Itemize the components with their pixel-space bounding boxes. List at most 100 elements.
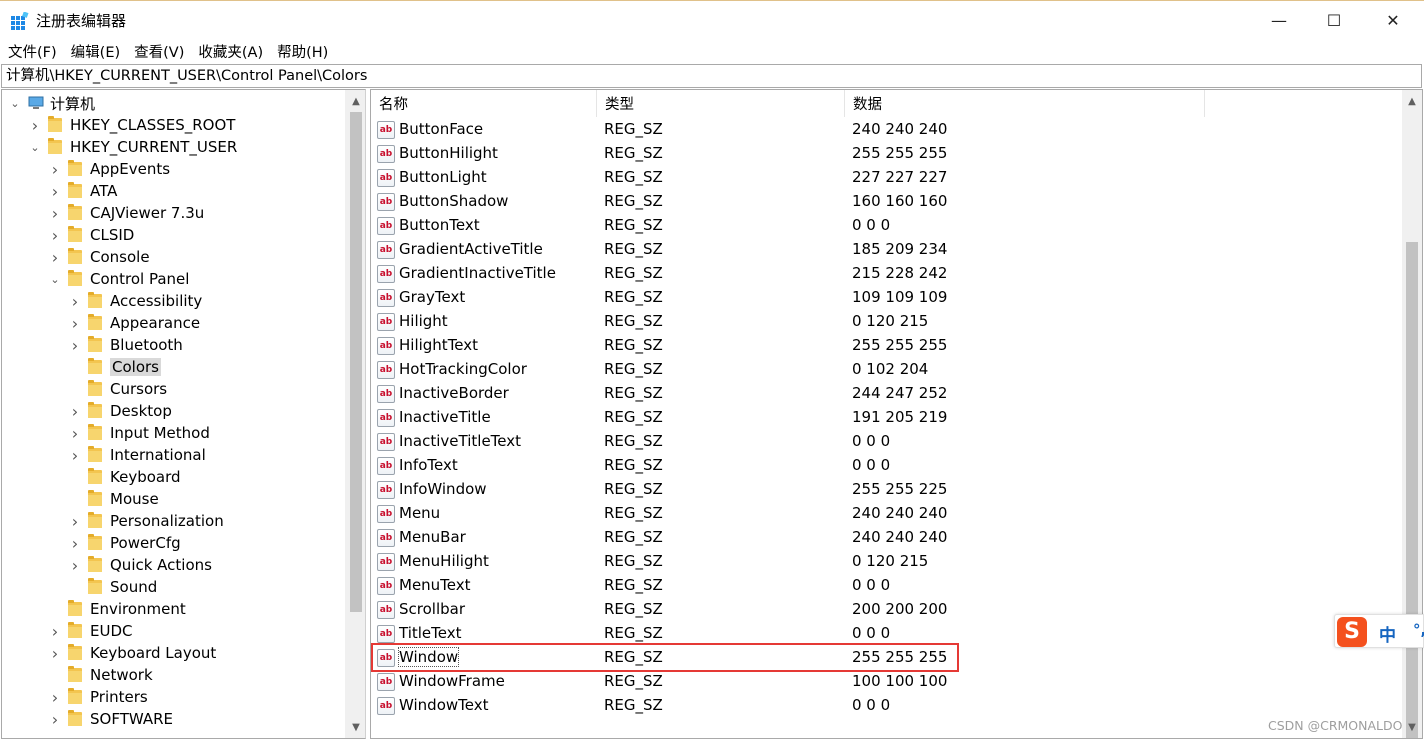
tree-item[interactable]: Environment (48, 598, 186, 620)
tree-scroll-thumb[interactable] (350, 112, 362, 612)
close-button[interactable]: ✕ (1364, 1, 1422, 39)
menu-edit[interactable]: 编辑(E) (71, 41, 120, 62)
chevron-right-icon[interactable]: › (68, 292, 82, 311)
tree-item[interactable]: Sound (68, 576, 157, 598)
chevron-down-icon[interactable]: ⌄ (28, 140, 42, 154)
tree-item[interactable]: › CAJViewer 7.3u (48, 202, 204, 224)
chevron-right-icon[interactable]: › (68, 512, 82, 531)
chevron-right-icon[interactable]: › (48, 622, 62, 641)
tree-item[interactable]: › AppEvents (48, 158, 170, 180)
tree-item[interactable]: Mouse (68, 488, 159, 510)
value-row[interactable]: ab ButtonText REG_SZ 0 0 0 (371, 214, 1401, 238)
tree-item[interactable]: › Input Method (68, 422, 210, 444)
tree-item[interactable]: Network (48, 664, 153, 686)
maximize-button[interactable]: ☐ (1305, 1, 1363, 39)
chevron-right-icon[interactable]: › (48, 182, 62, 201)
value-row[interactable]: ab InactiveTitle REG_SZ 191 205 219 (371, 406, 1401, 430)
chevron-down-icon[interactable]: ⌄ (8, 96, 22, 110)
tree-item[interactable]: Keyboard (68, 466, 181, 488)
tree-item[interactable]: › Bluetooth (68, 334, 183, 356)
value-row[interactable]: ab WindowFrame REG_SZ 100 100 100 (371, 670, 1401, 694)
value-row[interactable]: ab Scrollbar REG_SZ 200 200 200 (371, 598, 1401, 622)
chevron-right-icon[interactable]: › (68, 336, 82, 355)
value-row[interactable]: ab WindowText REG_SZ 0 0 0 (371, 694, 1401, 718)
tree-item[interactable]: › HKEY_CLASSES_ROOT (28, 114, 236, 136)
value-row[interactable]: ab GradientActiveTitle REG_SZ 185 209 234 (371, 238, 1401, 262)
tree-item[interactable]: › Console (48, 246, 150, 268)
chevron-down-icon[interactable]: ⌄ (48, 272, 62, 286)
tree-item[interactable]: ⌄ HKEY_CURRENT_USER (28, 136, 237, 158)
tree-item[interactable]: › Keyboard Layout (48, 642, 216, 664)
tree-item[interactable]: › CLSID (48, 224, 135, 246)
scroll-up-arrow-icon[interactable]: ▲ (1402, 92, 1422, 110)
tree-item[interactable]: › PowerCfg (68, 532, 181, 554)
value-row[interactable]: ab InactiveTitleText REG_SZ 0 0 0 (371, 430, 1401, 454)
scroll-down-arrow-icon[interactable]: ▼ (1402, 718, 1422, 736)
value-row[interactable]: ab InfoText REG_SZ 0 0 0 (371, 454, 1401, 478)
chevron-right-icon[interactable]: › (68, 314, 82, 333)
column-header-name[interactable]: 名称 (371, 90, 597, 117)
tree-item[interactable]: › ATA (48, 180, 118, 202)
tree-item-computer[interactable]: ⌄ 计算机 (8, 92, 95, 114)
chevron-right-icon[interactable]: › (48, 204, 62, 223)
chevron-right-icon[interactable]: › (48, 160, 62, 179)
tree-item[interactable]: › Desktop (68, 400, 172, 422)
menu-file[interactable]: 文件(F) (8, 41, 57, 62)
minimize-button[interactable]: — (1250, 1, 1308, 39)
menu-help[interactable]: 帮助(H) (277, 41, 328, 62)
menu-view[interactable]: 查看(V) (134, 41, 184, 62)
value-name: MenuHilight (399, 552, 489, 570)
chevron-right-icon[interactable]: › (28, 116, 42, 135)
menu-favorites[interactable]: 收藏夹(A) (198, 41, 263, 62)
scroll-down-arrow-icon[interactable]: ▼ (346, 718, 365, 736)
value-row[interactable]: ab ButtonLight REG_SZ 227 227 227 (371, 166, 1401, 190)
address-bar[interactable]: 计算机\HKEY_CURRENT_USER\Control Panel\Colo… (1, 64, 1422, 88)
values-list-pane[interactable]: 名称 类型 数据 ab ButtonFace REG_SZ 240 240 240 ab… (370, 89, 1423, 739)
ime-mode-indicator[interactable]: 中 (1379, 621, 1396, 646)
value-row[interactable]: ab MenuBar REG_SZ 240 240 240 (371, 526, 1401, 550)
chevron-right-icon[interactable]: › (68, 534, 82, 553)
tree-item[interactable]: Colors (68, 356, 161, 378)
value-row[interactable]: ab Hilight REG_SZ 0 120 215 (371, 310, 1401, 334)
tree-item[interactable]: › Quick Actions (68, 554, 212, 576)
value-row[interactable]: ab HilightText REG_SZ 255 255 255 (371, 334, 1401, 358)
value-row[interactable]: ab ButtonHilight REG_SZ 255 255 255 (371, 142, 1401, 166)
chevron-right-icon[interactable]: › (68, 446, 82, 465)
tree-scrollbar[interactable]: ▲ ▼ (345, 90, 365, 738)
chevron-right-icon[interactable]: › (68, 556, 82, 575)
column-header-type[interactable]: 类型 (597, 90, 845, 117)
tree-item[interactable]: › Appearance (68, 312, 200, 334)
tree-item[interactable]: › SOFTWARE (48, 708, 173, 730)
chevron-right-icon[interactable]: › (48, 688, 62, 707)
chevron-right-icon[interactable]: › (48, 226, 62, 245)
value-row[interactable]: ab MenuHilight REG_SZ 0 120 215 (371, 550, 1401, 574)
tree-item[interactable]: ⌄ Control Panel (48, 268, 189, 290)
value-row[interactable]: ab Menu REG_SZ 240 240 240 (371, 502, 1401, 526)
value-row[interactable]: ab ButtonFace REG_SZ 240 240 240 (371, 118, 1401, 142)
value-row[interactable]: ab ButtonShadow REG_SZ 160 160 160 (371, 190, 1401, 214)
values-scroll-thumb[interactable] (1406, 242, 1418, 738)
chevron-right-icon[interactable]: › (68, 424, 82, 443)
key-tree-pane[interactable]: ⌄ 计算机 › HKEY_CLASSES_ROOT ⌄ HKEY_CURRENT_US… (1, 89, 366, 739)
value-row[interactable]: ab InfoWindow REG_SZ 255 255 225 (371, 478, 1401, 502)
value-row[interactable]: ab GradientInactiveTitle REG_SZ 215 228 242 (371, 262, 1401, 286)
tree-item[interactable]: › Accessibility (68, 290, 203, 312)
tree-item[interactable]: Cursors (68, 378, 167, 400)
tree-item[interactable]: › Printers (48, 686, 148, 708)
tree-item[interactable]: › EUDC (48, 620, 133, 642)
tree-item[interactable]: › International (68, 444, 206, 466)
value-row[interactable]: ab MenuText REG_SZ 0 0 0 (371, 574, 1401, 598)
chevron-right-icon[interactable]: › (48, 644, 62, 663)
value-row[interactable]: ab HotTrackingColor REG_SZ 0 102 204 (371, 358, 1401, 382)
ime-toolbar[interactable]: S 中 °, (1334, 614, 1424, 648)
ime-punctuation-indicator[interactable]: °, (1413, 621, 1424, 639)
chevron-right-icon[interactable]: › (48, 710, 62, 729)
tree-item[interactable]: › Personalization (68, 510, 224, 532)
chevron-right-icon[interactable]: › (68, 402, 82, 421)
chevron-right-icon[interactable]: › (48, 248, 62, 267)
value-row[interactable]: ab GrayText REG_SZ 109 109 109 (371, 286, 1401, 310)
sogou-logo-icon[interactable]: S (1337, 617, 1367, 647)
scroll-up-arrow-icon[interactable]: ▲ (346, 92, 365, 110)
value-row[interactable]: ab InactiveBorder REG_SZ 244 247 252 (371, 382, 1401, 406)
column-header-data[interactable]: 数据 (845, 90, 1205, 117)
